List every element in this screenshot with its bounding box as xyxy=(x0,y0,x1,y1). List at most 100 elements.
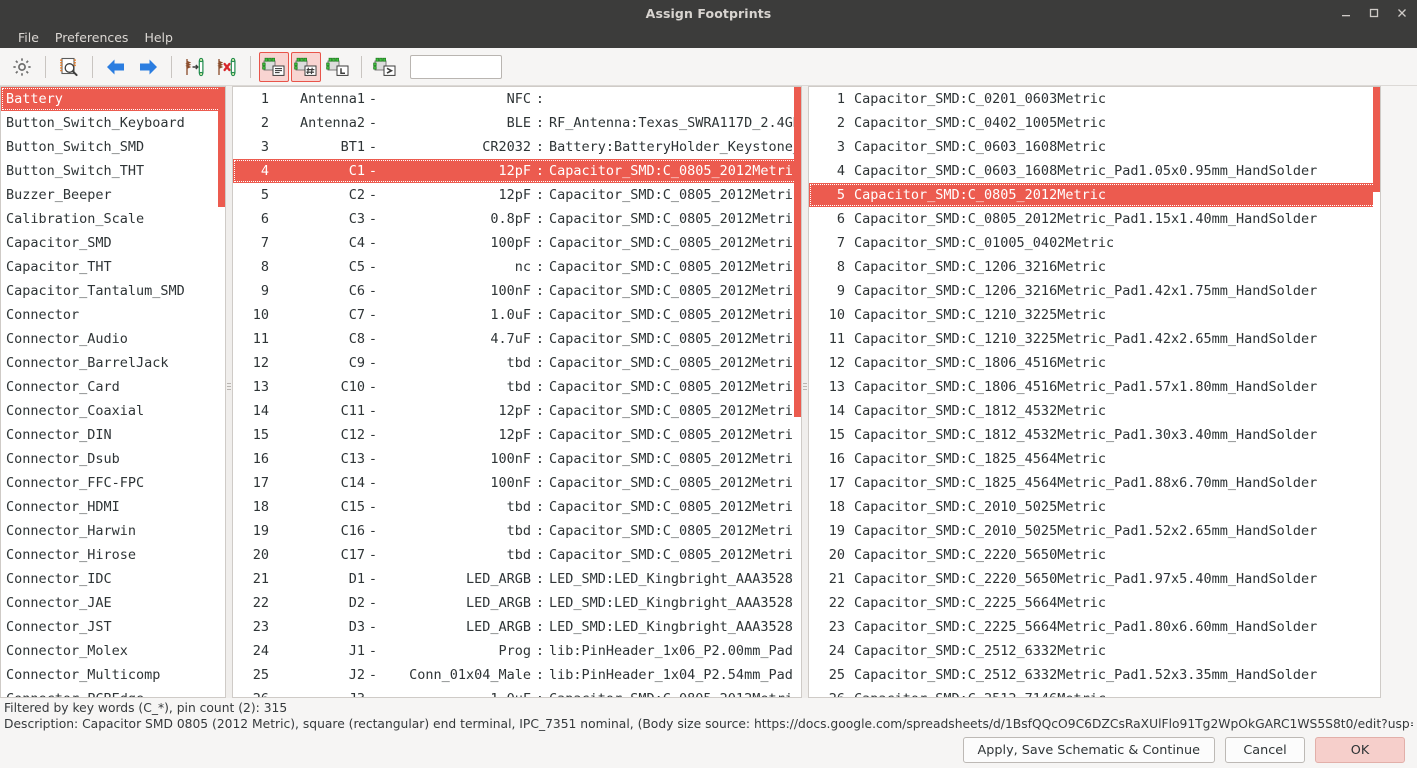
library-list-item[interactable]: Battery xyxy=(1,87,225,111)
footprint-list-row[interactable]: 6 Capacitor_SMD:C_0805_2012Metric_Pad1.15… xyxy=(809,207,1380,231)
minimize-button[interactable] xyxy=(1339,6,1353,20)
library-list-item[interactable]: Connector_Molex xyxy=(1,639,225,663)
footprint-list-row[interactable]: 8 Capacitor_SMD:C_1206_3216Metric xyxy=(809,255,1380,279)
component-list-row[interactable]: 4 C1- 12pF: Capacitor_SMD:C_0805_2012Metric xyxy=(233,159,801,183)
previous-arrow-icon[interactable] xyxy=(101,52,131,82)
configure-paths-icon[interactable] xyxy=(7,52,37,82)
footprint-viewer-icon[interactable] xyxy=(54,52,84,82)
component-list-row[interactable]: 7 C4- 100pF: Capacitor_SMD:C_0805_2012Metri… xyxy=(233,231,801,255)
component-list-row[interactable]: 22 D2- LED_ARGB: LED_SMD:LED_Kingbright_AAA… xyxy=(233,591,801,615)
component-scrollbar[interactable] xyxy=(794,87,801,697)
footprint-scrollbar[interactable] xyxy=(1373,87,1380,697)
library-list-item[interactable]: Buzzer_Beeper xyxy=(1,183,225,207)
library-list-item[interactable]: Button_Switch_Keyboard xyxy=(1,111,225,135)
component-list-row[interactable]: 6 C3- 0.8pF: Capacitor_SMD:C_0805_2012Metri… xyxy=(233,207,801,231)
menu-file[interactable]: File xyxy=(10,28,47,47)
component-list-panel[interactable]: 1 Antenna1- NFC:2 Antenna2- BLE: RF_Antenna:T… xyxy=(232,86,802,698)
component-list-row[interactable]: 25 J2- Conn_01x04_Male: lib:PinHeader_1x04_… xyxy=(233,663,801,687)
footprint-list-row[interactable]: 10 Capacitor_SMD:C_1210_3225Metric xyxy=(809,303,1380,327)
component-list-row[interactable]: 17 C14- 100nF: Capacitor_SMD:C_0805_2012Met… xyxy=(233,471,801,495)
library-list-item[interactable]: Connector_Harwin xyxy=(1,519,225,543)
component-list[interactable]: 1 Antenna1- NFC:2 Antenna2- BLE: RF_Antenna:T… xyxy=(233,87,801,697)
menu-help[interactable]: Help xyxy=(136,28,181,47)
component-list-row[interactable]: 9 C6- 100nF: Capacitor_SMD:C_0805_2012Metri… xyxy=(233,279,801,303)
library-list-item[interactable]: Capacitor_SMD xyxy=(1,231,225,255)
footprint-list-row[interactable]: 11 Capacitor_SMD:C_1210_3225Metric_Pad1.4… xyxy=(809,327,1380,351)
library-list-item[interactable]: Connector_Coaxial xyxy=(1,399,225,423)
component-list-row[interactable]: 12 C9- tbd: Capacitor_SMD:C_0805_2012Metric xyxy=(233,351,801,375)
library-list-item[interactable]: Connector_Audio xyxy=(1,327,225,351)
footprint-list-row[interactable]: 24 Capacitor_SMD:C_2512_6332Metric xyxy=(809,639,1380,663)
close-button[interactable] xyxy=(1395,6,1409,20)
component-list-row[interactable]: 26J3-1.0uF:Capacitor_SMD:C_0805_2012Metr… xyxy=(233,687,801,697)
component-list-row[interactable]: 1 Antenna1- NFC: xyxy=(233,87,801,111)
library-list-item[interactable]: Connector_Dsub xyxy=(1,447,225,471)
library-list-item[interactable]: Connector_Card xyxy=(1,375,225,399)
library-scrollbar[interactable] xyxy=(218,87,225,697)
footprint-list-row[interactable]: 9 Capacitor_SMD:C_1206_3216Metric_Pad1.42… xyxy=(809,279,1380,303)
footprint-list-row[interactable]: 4 Capacitor_SMD:C_0603_1608Metric_Pad1.05… xyxy=(809,159,1380,183)
footprint-list-row[interactable]: 23 Capacitor_SMD:C_2225_5664Metric_Pad1.8… xyxy=(809,615,1380,639)
component-list-row[interactable]: 24 J1- Prog: lib:PinHeader_1x06_P2.00mm_Pad xyxy=(233,639,801,663)
footprint-list-row[interactable]: 18 Capacitor_SMD:C_2010_5025Metric xyxy=(809,495,1380,519)
filter-by-keyword-icon[interactable] xyxy=(259,51,289,82)
library-list-item[interactable]: Connector_Hirose xyxy=(1,543,225,567)
component-list-row[interactable]: 13 C10- tbd: Capacitor_SMD:C_0805_2012Metri… xyxy=(233,375,801,399)
library-list[interactable]: Battery Button_Switch_Keyboard Button_Swit… xyxy=(1,87,225,697)
library-list-item[interactable]: Connector xyxy=(1,303,225,327)
component-list-row[interactable]: 16 C13- 100nF: Capacitor_SMD:C_0805_2012Met… xyxy=(233,447,801,471)
footprint-list-row[interactable]: 3 Capacitor_SMD:C_0603_1608Metric xyxy=(809,135,1380,159)
footprint-list-row[interactable]: 17 Capacitor_SMD:C_1825_4564Metric_Pad1.8… xyxy=(809,471,1380,495)
footprint-list-row[interactable]: 16 Capacitor_SMD:C_1825_4564Metric xyxy=(809,447,1380,471)
footprint-list-row[interactable]: 2 Capacitor_SMD:C_0402_1005Metric xyxy=(809,111,1380,135)
footprint-list-row[interactable]: 14 Capacitor_SMD:C_1812_4532Metric xyxy=(809,399,1380,423)
footprint-list-row[interactable]: 25 Capacitor_SMD:C_2512_6332Metric_Pad1.5… xyxy=(809,663,1380,687)
library-list-item[interactable]: Capacitor_THT xyxy=(1,255,225,279)
apply-save-continue-button[interactable]: Apply, Save Schematic & Continue xyxy=(962,737,1215,763)
component-list-row[interactable]: 5 C2- 12pF: Capacitor_SMD:C_0805_2012Metric xyxy=(233,183,801,207)
component-list-row[interactable]: 20 C17- tbd: Capacitor_SMD:C_0805_2012Metri… xyxy=(233,543,801,567)
library-list-panel[interactable]: Battery Button_Switch_Keyboard Button_Swit… xyxy=(0,86,226,698)
library-list-item[interactable]: Connector_DIN xyxy=(1,423,225,447)
component-list-row[interactable]: 10 C7- 1.0uF: Capacitor_SMD:C_0805_2012Metr… xyxy=(233,303,801,327)
delete-associations-icon[interactable] xyxy=(212,52,242,82)
filter-by-library-icon[interactable] xyxy=(323,52,353,82)
footprint-list-row[interactable]: 21 Capacitor_SMD:C_2220_5650Metric_Pad1.9… xyxy=(809,567,1380,591)
ok-button[interactable]: OK xyxy=(1315,737,1405,763)
component-list-row[interactable]: 18 C15- tbd: Capacitor_SMD:C_0805_2012Metri… xyxy=(233,495,801,519)
next-arrow-icon[interactable] xyxy=(133,52,163,82)
library-list-item[interactable]: Connector_HDMI xyxy=(1,495,225,519)
library-list-item[interactable]: Connector_JST xyxy=(1,615,225,639)
footprint-list-row[interactable]: 13 Capacitor_SMD:C_1806_4516Metric_Pad1.5… xyxy=(809,375,1380,399)
footprint-list[interactable]: 1 Capacitor_SMD:C_0201_0603Metric 2 Capacit… xyxy=(809,87,1380,697)
filter-by-text-icon[interactable] xyxy=(370,52,400,82)
component-list-row[interactable]: 11 C8- 4.7uF: Capacitor_SMD:C_0805_2012Metr… xyxy=(233,327,801,351)
menu-preferences[interactable]: Preferences xyxy=(47,28,137,47)
library-list-item[interactable]: Connector_FFC-FPC xyxy=(1,471,225,495)
footprint-list-row[interactable]: 26Capacitor_SMD:C_2512_7146Metric xyxy=(809,687,1380,697)
filter-by-pincount-icon[interactable] xyxy=(291,51,321,82)
component-list-row[interactable]: 2 Antenna2- BLE: RF_Antenna:Texas_SWRA117D_… xyxy=(233,111,801,135)
library-list-item[interactable]: Capacitor_Tantalum_SMD xyxy=(1,279,225,303)
footprint-filter-input[interactable] xyxy=(410,54,502,79)
library-list-item[interactable]: Button_Switch_THT xyxy=(1,159,225,183)
footprint-list-row[interactable]: 1 Capacitor_SMD:C_0201_0603Metric xyxy=(809,87,1380,111)
footprint-scrollbar-thumb[interactable] xyxy=(1373,87,1380,192)
library-list-item[interactable]: Connector_PCBEdge xyxy=(1,687,225,697)
footprint-list-panel[interactable]: 1 Capacitor_SMD:C_0201_0603Metric 2 Capacit… xyxy=(808,86,1381,698)
component-list-row[interactable]: 3 BT1- CR2032: Battery:BatteryHolder_Keysto… xyxy=(233,135,801,159)
maximize-button[interactable] xyxy=(1367,6,1381,20)
component-list-row[interactable]: 15 C12- 12pF: Capacitor_SMD:C_0805_2012Metr… xyxy=(233,423,801,447)
component-scrollbar-thumb[interactable] xyxy=(794,87,801,417)
component-list-row[interactable]: 23 D3- LED_ARGB: LED_SMD:LED_Kingbright_AAA… xyxy=(233,615,801,639)
footprint-list-row[interactable]: 19 Capacitor_SMD:C_2010_5025Metric_Pad1.5… xyxy=(809,519,1380,543)
component-list-row[interactable]: 21 D1- LED_ARGB: LED_SMD:LED_Kingbright_AAA… xyxy=(233,567,801,591)
library-list-item[interactable]: Connector_Multicomp xyxy=(1,663,225,687)
cancel-button[interactable]: Cancel xyxy=(1225,737,1305,763)
library-list-item[interactable]: Connector_IDC xyxy=(1,567,225,591)
auto-assign-icon[interactable] xyxy=(180,52,210,82)
library-list-item[interactable]: Connector_BarrelJack xyxy=(1,351,225,375)
footprint-list-row[interactable]: 7 Capacitor_SMD:C_01005_0402Metric xyxy=(809,231,1380,255)
library-list-item[interactable]: Connector_JAE xyxy=(1,591,225,615)
footprint-list-row[interactable]: 15 Capacitor_SMD:C_1812_4532Metric_Pad1.3… xyxy=(809,423,1380,447)
